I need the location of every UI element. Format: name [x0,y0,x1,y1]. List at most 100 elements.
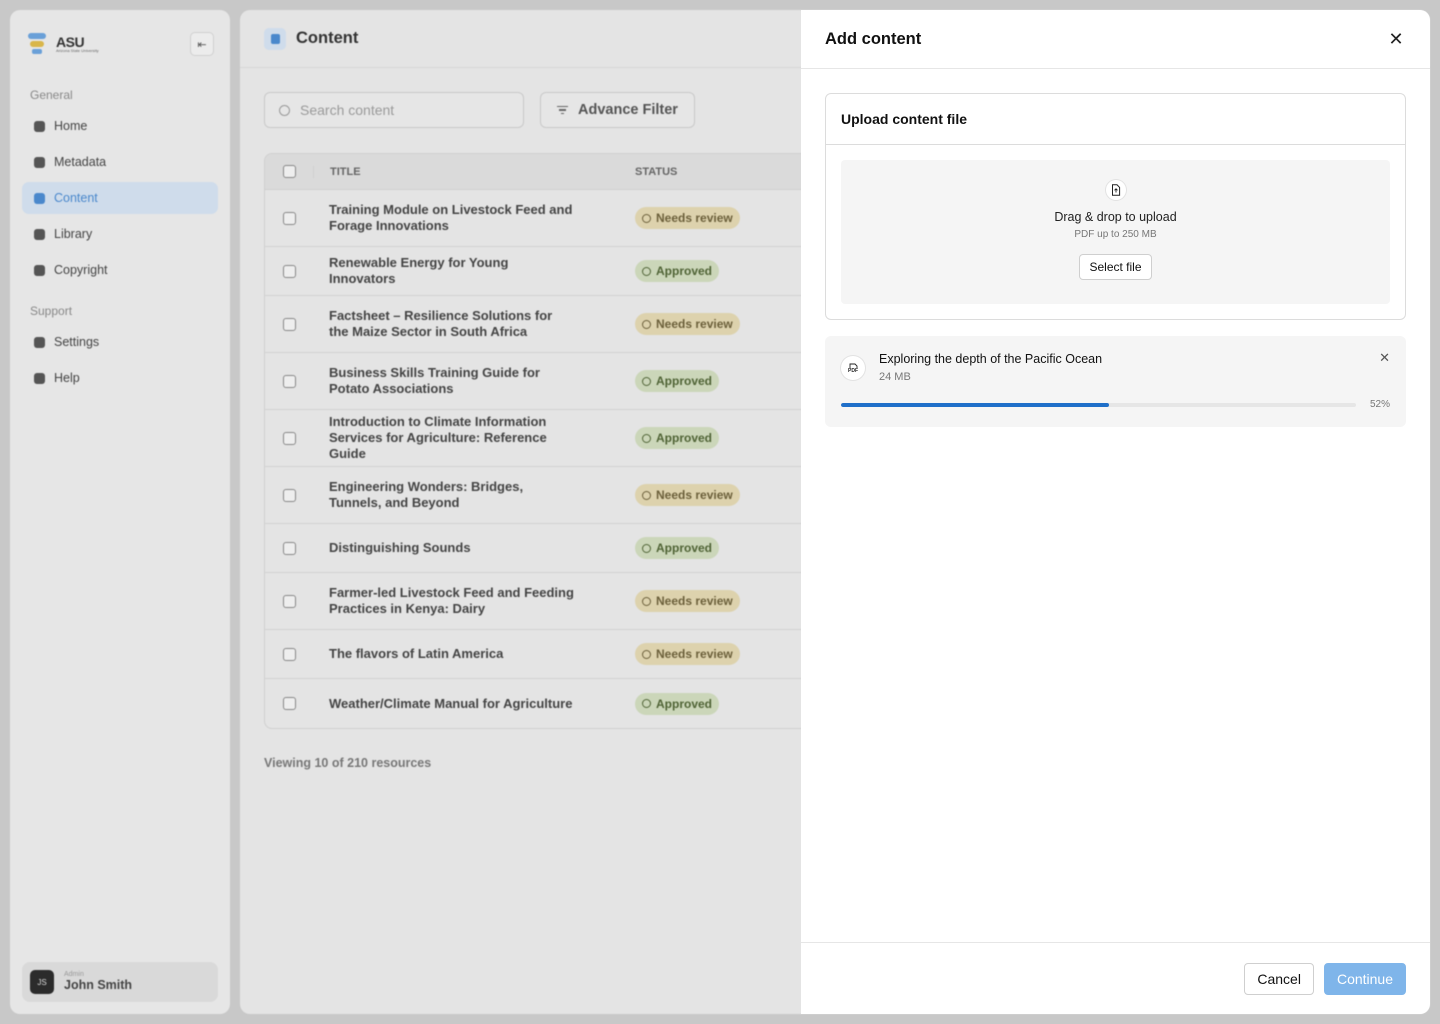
logo: ASU Arizona State University [26,31,99,57]
upload-card-heading: Upload content file [826,94,1405,145]
status-label: Needs review [656,317,733,331]
sidebar-item-help[interactable]: Help [22,362,218,394]
advance-filter-label: Advance Filter [578,102,678,118]
dropzone-subtitle: PDF up to 250 MB [1074,229,1157,240]
progress-fill [841,402,1109,407]
status-badge: Needs review [635,590,740,612]
status-label: Approved [656,431,713,445]
status-label: Approved [656,264,713,278]
content-icon [34,192,45,204]
table-row[interactable]: Farmer-led Livestock Feed and Feeding Pr… [265,573,823,630]
sidebar-item-label: Settings [54,335,100,349]
status-label: Approved [656,696,713,711]
row-checkbox[interactable] [282,541,296,555]
status-label: Needs review [656,647,733,661]
table-row[interactable]: Weather/Climate Manual for Agriculture Ap… [265,679,823,728]
status-label: Approved [656,541,713,555]
column-header-title[interactable]: TITLE [313,165,635,178]
sidebar-item-label: Home [54,119,88,133]
history-icon [642,490,651,500]
row-checkbox[interactable] [282,211,296,225]
table-header: TITLE STATUS [265,154,823,190]
row-checkbox[interactable] [282,317,296,331]
remove-file-button[interactable]: ✕ [1379,350,1390,366]
progress-percent: 52% [1369,399,1390,410]
status-badge: Approved [635,692,720,715]
help-icon [34,372,45,384]
upload-progress-card: PDF Exploring the depth of the Pacific O… [825,336,1406,427]
sidebar-item-label: Content [54,191,98,205]
drawer-title: Add content [825,29,922,48]
row-checkbox[interactable] [282,594,296,608]
row-title: Training Module on Livestock Feed and Fo… [329,202,573,233]
continue-button[interactable]: Continue [1323,962,1406,995]
add-content-drawer: Add content ✕ Upload content file Drag &… [801,10,1430,1014]
cancel-button[interactable]: Cancel [1244,962,1314,995]
select-file-button[interactable]: Select file [1079,254,1152,280]
logo-mark-icon [26,31,50,57]
page-title: Content [296,29,359,47]
status-badge: Approved [635,260,720,282]
gear-icon [34,336,45,348]
sidebar-item-label: Copyright [54,263,108,277]
row-title: Business Skills Training Guide for Potat… [329,365,540,396]
table-row[interactable]: Introduction to Climate Information Serv… [265,410,823,467]
search-input[interactable]: Search content [264,92,524,128]
nav-section: General Home Metadata Content Library Copyrig… [22,88,218,286]
row-checkbox[interactable] [282,431,296,445]
content-icon [264,27,286,50]
sidebar: ASU Arizona State University ⇤ General Ho… [10,10,230,1014]
table-row[interactable]: The flavors of Latin America Needs review [265,630,823,679]
sidebar-item-library[interactable]: Library [22,218,218,250]
user-name: John Smith [64,977,133,992]
sidebar-item-label: Help [54,371,80,385]
advance-filter-button[interactable]: Advance Filter [540,92,695,128]
row-checkbox[interactable] [282,488,296,502]
row-title: Weather/Climate Manual for Agriculture [329,695,573,711]
table-row[interactable]: Factsheet – Resilience Solutions for the… [265,296,823,353]
table-row[interactable]: Engineering Wonders: Bridges, Tunnels, a… [265,467,823,524]
sidebar-item-copyright[interactable]: Copyright [22,254,218,286]
history-icon [642,319,651,329]
file-type-label: PDF [848,367,858,374]
row-checkbox[interactable] [282,697,296,710]
select-all-checkbox[interactable] [282,165,296,178]
check-circle-icon [642,699,651,708]
row-checkbox[interactable] [282,647,296,661]
status-badge: Approved [635,370,720,392]
row-title: Factsheet – Resilience Solutions for the… [329,308,553,339]
collapse-sidebar-button[interactable]: ⇤ [190,32,214,56]
status-badge: Needs review [635,207,740,229]
table-row[interactable]: Training Module on Livestock Feed and Fo… [265,190,823,247]
history-icon [642,213,651,223]
table-row[interactable]: Business Skills Training Guide for Potat… [265,353,823,410]
status-badge: Needs review [635,484,740,506]
row-checkbox[interactable] [282,264,296,278]
collapse-icon: ⇤ [197,38,207,51]
check-circle-icon [642,376,651,386]
logo-subtext: Arizona State University [56,48,99,53]
column-header-status[interactable]: STATUS [635,166,823,178]
library-icon [34,228,45,240]
sidebar-item-home[interactable]: Home [22,110,218,142]
sidebar-item-metadata[interactable]: Metadata [22,146,218,178]
row-title: Renewable Energy for Young Innovators [329,255,509,286]
status-badge: Needs review [635,313,740,335]
table-row[interactable]: Distinguishing Sounds Approved [265,524,823,573]
close-drawer-button[interactable]: ✕ [1386,29,1406,49]
status-label: Needs review [656,594,733,608]
user-card[interactable]: JS Admin John Smith [22,962,218,1002]
table-row[interactable]: Renewable Energy for Young Innovators App… [265,247,823,296]
history-icon [642,649,651,659]
avatar: JS [30,970,54,994]
pagination-summary: Viewing 10 of 210 resources [264,756,432,770]
sidebar-item-label: Metadata [54,155,107,169]
sidebar-item-content[interactable]: Content [22,182,218,214]
row-checkbox[interactable] [282,374,296,388]
pdf-file-icon: PDF [841,356,865,380]
home-icon [34,120,45,132]
dropzone[interactable]: Drag & drop to upload PDF up to 250 MB S… [841,160,1390,304]
nav-section: Support Settings Help [22,304,218,394]
row-title: Farmer-led Livestock Feed and Feeding Pr… [329,585,574,616]
sidebar-item-settings[interactable]: Settings [22,326,218,358]
